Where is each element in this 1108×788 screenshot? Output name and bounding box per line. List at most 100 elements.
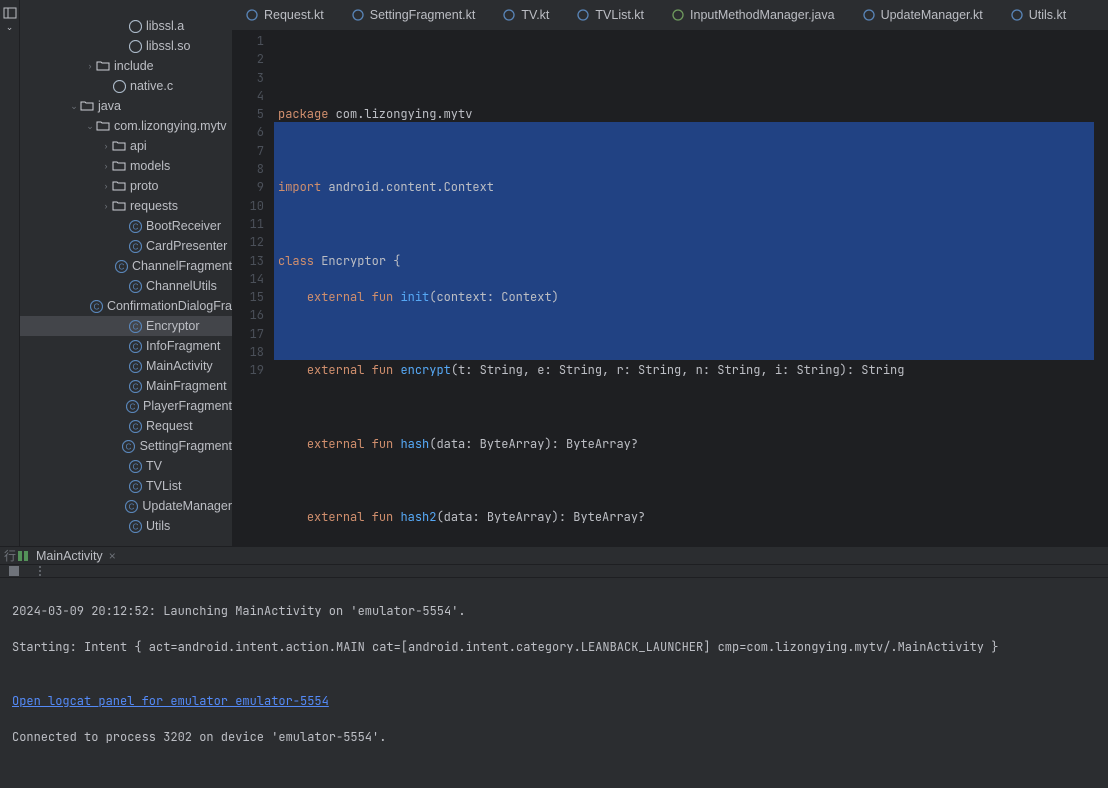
tree-item-libssl-so[interactable]: libssl.so [20,36,232,56]
editor-tab-updatemanager-kt[interactable]: UpdateManager.kt [849,0,997,30]
run-config-tab[interactable]: MainActivity × [6,547,126,564]
tree-item-api[interactable]: › api [20,136,232,156]
line-number: 6 [232,123,264,141]
tree-item-label: Encryptor [146,319,200,333]
tree-item-infofragment[interactable]: CInfoFragment [20,336,232,356]
tree-item-bootreceiver[interactable]: C BootReceiver [20,216,232,236]
tree-item-settingfragment[interactable]: CSettingFragment [20,436,232,456]
svg-text:C: C [132,242,138,251]
kotlin-file-icon: C [128,219,142,233]
tree-item-java[interactable]: ⌄java [20,96,232,116]
svg-text:C: C [129,502,135,511]
folder-icon [112,179,126,193]
kotlin-file-icon [863,9,875,21]
console-line: 2024-03-09 20:12:52: Launching MainActiv… [12,602,1096,620]
folder-icon [80,99,94,113]
tree-item-com-lizongying-mytv[interactable]: ⌄com.lizongying.mytv [20,116,232,136]
svg-text:C: C [119,262,125,271]
project-tree-panel: libssl.a libssl.so › include native.c⌄java⌄c… [20,0,232,546]
svg-text:C: C [132,362,138,371]
kotlin-file-icon [1011,9,1023,21]
line-number: 3 [232,69,264,87]
svg-text:C: C [132,462,138,471]
tree-item-encryptor[interactable]: CEncryptor [20,316,232,336]
console-output[interactable]: 2024-03-09 20:12:52: Launching MainActiv… [0,578,1108,788]
tree-item-playerfragment[interactable]: C PlayerFragment [20,396,232,416]
editor-tab-request-kt[interactable]: Request.kt [232,0,338,30]
tree-item-label: BootReceiver [146,219,221,233]
svg-text:C: C [132,422,138,431]
tree-item-label: requests [130,199,178,213]
tree-item-request[interactable]: CRequest [20,416,232,436]
editor-tab-utils-kt[interactable]: Utils.kt [997,0,1081,30]
editor-tab-tv-kt[interactable]: TV.kt [489,0,563,30]
tree-item-requests[interactable]: › requests [20,196,232,216]
tree-item-label: libssl.so [146,39,190,53]
tree-item-tv[interactable]: CTV [20,456,232,476]
line-number: 7 [232,142,264,160]
right-gutter [1094,30,1108,546]
tree-item-include[interactable]: › include [20,56,232,76]
tree-item-cardpresenter[interactable]: C CardPresenter [20,236,232,256]
stop-button[interactable] [8,565,20,577]
project-view-toggle[interactable] [3,6,17,20]
svg-text:C: C [132,522,138,531]
tree-item-mainfragment[interactable]: C MainFragment [20,376,232,396]
console-line: Starting: Intent { act=android.intent.ac… [12,638,1096,656]
svg-text:C: C [132,282,138,291]
chevron-icon[interactable]: › [102,141,110,151]
chevron-icon[interactable]: ⌄ [70,101,78,112]
tree-item-tvlist[interactable]: C TVList [20,476,232,496]
chevron-down-icon[interactable]: ⌄ [6,22,14,33]
code-editor[interactable]: 12345678910111213141516171819 package co… [232,30,1108,546]
more-options[interactable] [34,565,46,577]
tree-item-proto[interactable]: › proto [20,176,232,196]
svg-text:C: C [132,482,138,491]
chevron-icon[interactable]: › [102,161,110,171]
tree-item-confirmationdialogfra[interactable]: CConfirmationDialogFra [20,296,232,316]
tree-item-label: CardPresenter [146,239,227,253]
tab-label: SettingFragment.kt [370,8,476,22]
kotlin-file-icon: C [128,419,142,433]
close-icon[interactable]: × [109,549,116,563]
chevron-icon[interactable]: › [102,201,110,211]
editor-tab-settingfragment-kt[interactable]: SettingFragment.kt [338,0,490,30]
line-number: 14 [232,270,264,288]
tab-label: UpdateManager.kt [881,8,983,22]
line-number: 9 [232,178,264,196]
editor-tab-inputmethodmanager-java[interactable]: InputMethodManager.java [658,0,849,30]
c-file-icon [128,39,142,53]
svg-text:C: C [132,222,138,231]
kotlin-file-icon: C [128,379,142,393]
line-number: 16 [232,306,264,324]
editor-tab-tvlist-kt[interactable]: TVList.kt [563,0,658,30]
tree-item-label: models [130,159,170,173]
run-icon [16,549,30,563]
tree-item-label: MainFragment [146,379,227,393]
tree-item-utils[interactable]: CUtils [20,516,232,536]
tree-item-native-c[interactable]: native.c [20,76,232,96]
svg-text:C: C [129,402,135,411]
tree-item-label: PlayerFragment [143,399,232,413]
kotlin-file-icon: C [125,499,139,513]
logcat-link[interactable]: Open logcat panel for emulator emulator-… [12,693,329,709]
kotlin-file-icon: C [128,479,142,493]
chevron-icon[interactable]: › [86,61,94,71]
tree-item-label: TVList [146,479,181,493]
tree-item-models[interactable]: › models [20,156,232,176]
tree-item-updatemanager[interactable]: CUpdateManager [20,496,232,516]
code-content[interactable]: package com.lizongying.mytv import andro… [274,30,1094,546]
chevron-icon[interactable]: ⌄ [86,121,94,132]
tab-label: Utils.kt [1029,8,1067,22]
tree-item-label: api [130,139,147,153]
tree-item-libssl-a[interactable]: libssl.a [20,16,232,36]
tree-item-label: proto [130,179,159,193]
tree-item-mainactivity[interactable]: CMainActivity [20,356,232,376]
tree-item-label: include [114,59,154,73]
tree-item-channelfragment[interactable]: CChannelFragment [20,256,232,276]
tree-item-channelutils[interactable]: CChannelUtils [20,276,232,296]
java-file-icon [672,9,684,21]
line-number: 5 [232,105,264,123]
line-number: 8 [232,160,264,178]
chevron-icon[interactable]: › [102,181,110,191]
